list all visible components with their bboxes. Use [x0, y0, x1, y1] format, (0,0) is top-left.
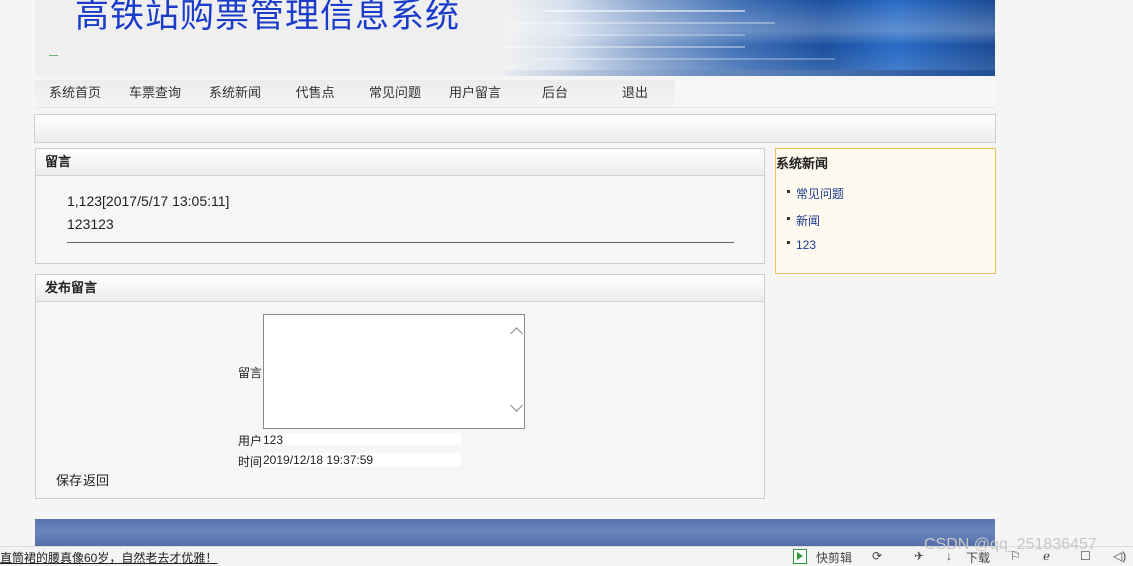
kuaijian-label[interactable]: 快剪辑: [816, 549, 852, 566]
nav-item-user-messages[interactable]: 用户留言: [435, 80, 515, 107]
back-button[interactable]: 返回: [83, 470, 109, 489]
scroll-down-icon[interactable]: [510, 399, 523, 412]
nav-item-faq[interactable]: 常见问题: [355, 80, 435, 107]
user-label: 用户: [238, 434, 263, 448]
pin-icon[interactable]: ✈: [914, 549, 924, 563]
download-label[interactable]: 下载: [966, 549, 990, 566]
message-label: 留言: [238, 366, 263, 380]
footer-bar: [35, 519, 995, 549]
news-item[interactable]: 常见问题: [787, 185, 844, 202]
messages-panel: 留言 1,123[2017/5/17 13:05:11] 123123: [35, 148, 765, 264]
nav-item-logout[interactable]: 退出: [595, 80, 675, 107]
message-textarea[interactable]: [263, 314, 525, 429]
messages-panel-title: 留言: [36, 149, 764, 176]
banner-graphic: [505, 0, 995, 76]
nav-item-ticket-query[interactable]: 车票查询: [115, 80, 195, 107]
nav-item-home[interactable]: 系统首页: [35, 80, 115, 107]
time-field[interactable]: 2019/12/18 19:37:59: [263, 453, 461, 467]
scroll-up-icon[interactable]: [510, 327, 523, 340]
time-label: 时间: [238, 455, 263, 469]
news-item[interactable]: 新闻: [787, 212, 820, 229]
save-button[interactable]: 保存: [56, 470, 82, 489]
status-ad-link[interactable]: 直筒裙的腰真像60岁，自然老去才优雅！: [0, 549, 217, 566]
message-divider: [67, 242, 734, 243]
window-icon[interactable]: ☐: [1080, 549, 1091, 563]
nav-item-agency[interactable]: 代售点: [275, 80, 355, 107]
textarea-scrollbar[interactable]: [507, 315, 524, 428]
flag-icon[interactable]: ⚐: [1010, 549, 1021, 563]
news-item[interactable]: 123: [787, 238, 816, 252]
news-panel: 系统新闻 常见问题 新闻 123: [775, 148, 996, 274]
volume-icon[interactable]: ◁): [1113, 549, 1126, 563]
post-message-title: 发布留言: [36, 275, 764, 302]
download-icon[interactable]: ↓: [946, 549, 952, 563]
nav-item-admin[interactable]: 后台: [515, 80, 595, 107]
site-title: 高铁站购票管理信息系统: [75, 0, 460, 36]
refresh-icon[interactable]: ⟳: [872, 549, 882, 563]
main-nav: 系统首页 车票查询 系统新闻 代售点 常见问题 用户留言 后台 退出: [35, 80, 995, 108]
message-entry-header: 1,123[2017/5/17 13:05:11]: [67, 193, 230, 209]
message-entry-body: 123123: [67, 216, 114, 232]
header-banner: 高铁站购票管理信息系统: [35, 0, 995, 76]
nav-item-system-news[interactable]: 系统新闻: [195, 80, 275, 107]
news-panel-title: 系统新闻: [776, 156, 829, 171]
post-message-panel: 发布留言 留言 用户 123 时间 2019/12/18 19:37:59 保存…: [35, 274, 765, 499]
user-field[interactable]: 123: [263, 433, 461, 447]
kuaijian-icon[interactable]: [793, 549, 807, 564]
browser-icon[interactable]: ℯ: [1043, 549, 1050, 563]
sub-bar: [34, 114, 996, 143]
